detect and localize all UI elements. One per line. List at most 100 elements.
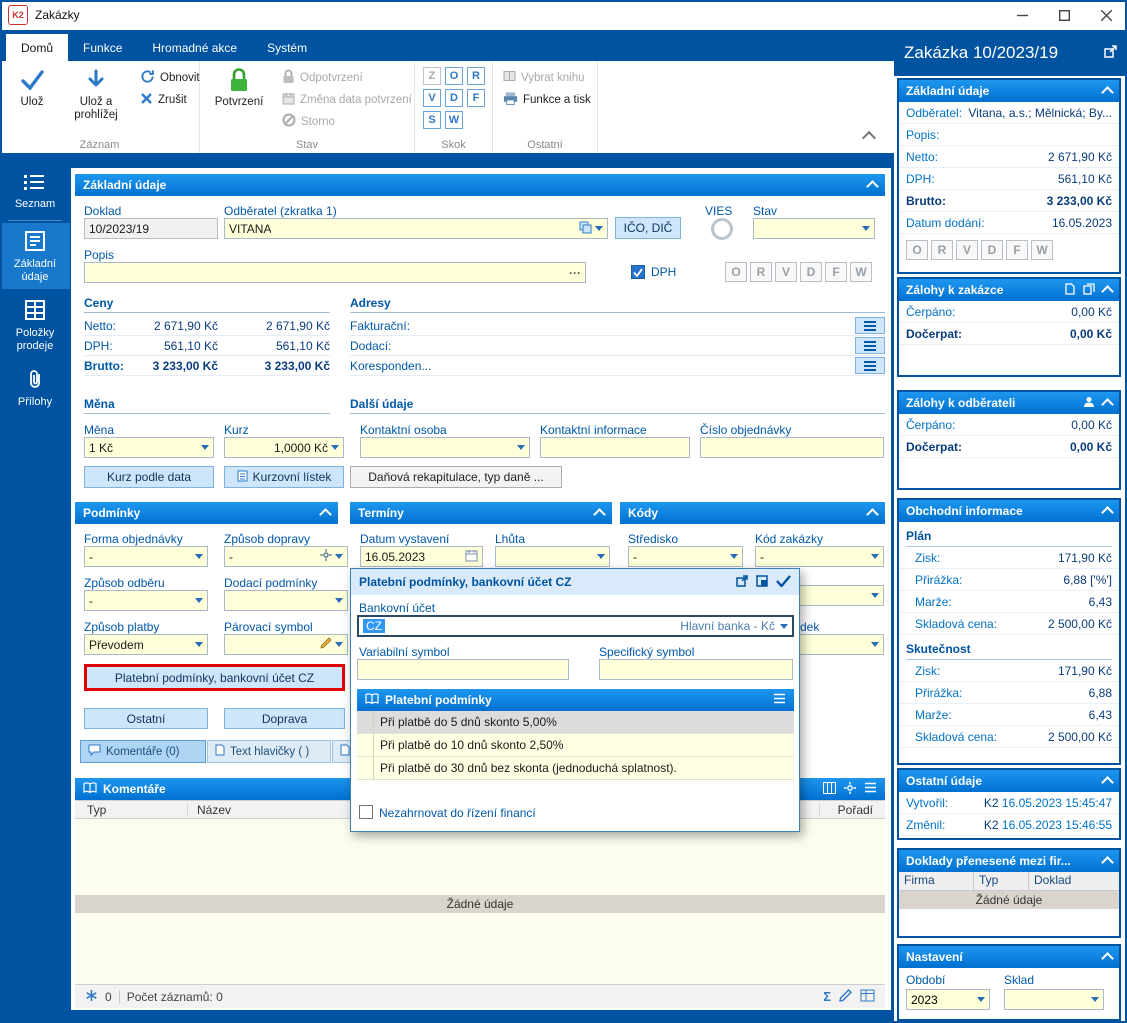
- tab-hromadne-akce[interactable]: Hromadné akce: [137, 34, 252, 61]
- address-menu-button[interactable]: [855, 317, 885, 334]
- dropdown-icon[interactable]: [335, 642, 343, 647]
- column-poradi[interactable]: Pořadí: [838, 803, 873, 817]
- panel-section-header[interactable]: Zálohy k zakázce: [899, 279, 1119, 301]
- nezahrnovat-checkbox[interactable]: [359, 805, 373, 819]
- obdobi-field[interactable]: 2023: [906, 989, 990, 1010]
- tab-system[interactable]: Systém: [252, 34, 322, 61]
- close-button[interactable]: [1085, 0, 1127, 30]
- select-book-button[interactable]: Vybrat knihu: [499, 67, 589, 88]
- section-header-kody[interactable]: Kódy: [620, 502, 885, 524]
- tab-domu[interactable]: Domů: [6, 34, 68, 61]
- zpusob-dopravy-field[interactable]: -: [224, 546, 348, 567]
- section-header-podminky[interactable]: Podmínky: [75, 502, 338, 524]
- person-icon[interactable]: [1083, 396, 1095, 411]
- column-doklad[interactable]: Doklad: [1029, 872, 1119, 890]
- stav-field[interactable]: [753, 218, 875, 239]
- danova-rekapitulace-button[interactable]: Daňová rekapitulace, typ daně ...: [350, 466, 562, 488]
- forma-objednavky-field[interactable]: -: [84, 546, 208, 567]
- panel-section-header[interactable]: Doklady přenesené mezi fir...: [899, 850, 1119, 872]
- dropdown-icon[interactable]: [595, 226, 603, 231]
- dialog-titlebar[interactable]: Platební podmínky, bankovní účet CZ: [351, 569, 799, 595]
- popis-field[interactable]: ···: [84, 262, 586, 283]
- panel-section-header[interactable]: Ostatní údaje: [899, 770, 1119, 792]
- pencil-icon[interactable]: [320, 637, 332, 652]
- ico-dic-button[interactable]: IČO, DIČ: [615, 217, 681, 239]
- column-firma[interactable]: Firma: [899, 872, 974, 890]
- maximize-button[interactable]: [1043, 0, 1085, 30]
- address-menu-button[interactable]: [855, 357, 885, 374]
- dropdown-icon[interactable]: [871, 642, 879, 647]
- jump-key-s[interactable]: S: [423, 111, 441, 129]
- page-copy-icon[interactable]: [1083, 283, 1095, 298]
- grid-body[interactable]: Žádné údaje: [75, 819, 885, 984]
- jump-key-z[interactable]: Z: [423, 67, 441, 85]
- datum-vystaveni-field[interactable]: 16.05.2023: [360, 546, 483, 567]
- dropdown-icon[interactable]: [871, 593, 879, 598]
- dodaci-podminky-field[interactable]: [224, 590, 348, 611]
- menu-icon[interactable]: [773, 693, 786, 707]
- minimize-button[interactable]: [1001, 0, 1043, 30]
- dropdown-icon[interactable]: [977, 997, 985, 1002]
- dropdown-icon[interactable]: [201, 445, 209, 450]
- cancel-button[interactable]: Zrušit: [136, 89, 191, 110]
- ellipsis-icon[interactable]: ···: [569, 266, 581, 280]
- change-confirm-date-button[interactable]: Změna data potvrzení: [278, 89, 416, 110]
- collapse-icon[interactable]: [319, 508, 332, 521]
- external-link-icon[interactable]: [1104, 43, 1117, 63]
- collapse-icon[interactable]: [866, 180, 879, 193]
- panel-section-header[interactable]: Zálohy k odběrateli: [899, 392, 1119, 414]
- unconfirm-button[interactable]: Odpotvrzení: [278, 67, 367, 88]
- doprava-button[interactable]: Doprava: [224, 708, 345, 729]
- jump-key-f[interactable]: F: [467, 89, 485, 107]
- dropdown-icon[interactable]: [195, 642, 203, 647]
- kurzovni-listek-button[interactable]: Kurzovní lístek: [224, 466, 344, 488]
- dropdown-icon[interactable]: [517, 445, 525, 450]
- columns-icon[interactable]: [823, 782, 836, 797]
- confirm-check-icon[interactable]: [776, 575, 791, 590]
- dropdown-icon[interactable]: [195, 554, 203, 559]
- confirm-button[interactable]: Potvrzení: [208, 64, 270, 138]
- variabilni-symbol-field[interactable]: [357, 659, 569, 680]
- sidebar-item-polozky-prodeje[interactable]: Položky prodeje: [0, 292, 70, 358]
- payment-condition-row[interactable]: Při platbě do 30 dnů bez skonta (jednodu…: [357, 757, 794, 780]
- gear-icon[interactable]: [844, 782, 856, 797]
- collapse-icon[interactable]: [1101, 398, 1114, 411]
- gear-icon[interactable]: [320, 549, 332, 564]
- jump-key-w[interactable]: W: [445, 111, 463, 129]
- jump-key-r[interactable]: R: [467, 67, 485, 85]
- refresh-button[interactable]: Obnovit: [136, 67, 204, 88]
- bank-account-field[interactable]: CZ Hlavní banka - Kč: [357, 615, 794, 637]
- column-separator[interactable]: [819, 803, 820, 816]
- platebni-podminky-button[interactable]: Platební podmínky, bankovní účet CZ: [84, 664, 345, 691]
- tab-funkce[interactable]: Funkce: [68, 34, 137, 61]
- panel-section-header[interactable]: Nastavení: [899, 946, 1119, 968]
- dropdown-icon[interactable]: [597, 554, 605, 559]
- menu-icon[interactable]: [864, 782, 877, 796]
- dropdown-icon[interactable]: [780, 624, 788, 629]
- grid-settings-icon[interactable]: [860, 989, 875, 1005]
- parovaci-symbol-field[interactable]: [224, 634, 348, 655]
- payment-conditions-list-header[interactable]: Platební podmínky: [357, 689, 794, 711]
- doklad-field[interactable]: 10/2023/19: [84, 218, 218, 239]
- kurz-podle-data-button[interactable]: Kurz podle data: [84, 466, 214, 488]
- sidebar-item-seznam[interactable]: Seznam: [0, 165, 70, 217]
- asterisk-icon[interactable]: [85, 989, 98, 1005]
- collapse-icon[interactable]: [1101, 506, 1114, 519]
- payment-condition-row[interactable]: Při platbě do 5 dnů skonto 5,00%: [357, 711, 794, 734]
- odberatel-field[interactable]: VITANA: [224, 218, 608, 239]
- collapse-icon[interactable]: [1101, 952, 1114, 965]
- column-typ[interactable]: Typ: [974, 872, 1029, 890]
- tab-text-hlavicky[interactable]: Text hlavičky ( ): [207, 740, 331, 763]
- section-header-terminy[interactable]: Termíny: [350, 502, 612, 524]
- external-link-icon[interactable]: [736, 575, 748, 590]
- dph-checkbox[interactable]: [631, 265, 645, 279]
- kontaktni-osoba-field[interactable]: [360, 437, 530, 458]
- collapse-icon[interactable]: [866, 508, 879, 521]
- sidebar-item-zakladni-udaje[interactable]: Základní údaje: [0, 223, 70, 289]
- collapse-icon[interactable]: [1101, 285, 1114, 298]
- address-menu-button[interactable]: [855, 337, 885, 354]
- save-button[interactable]: Ulož: [6, 64, 58, 138]
- calendar-icon[interactable]: [465, 549, 478, 565]
- sum-icon[interactable]: Σ: [823, 989, 831, 1004]
- column-nazev[interactable]: Název: [197, 803, 231, 817]
